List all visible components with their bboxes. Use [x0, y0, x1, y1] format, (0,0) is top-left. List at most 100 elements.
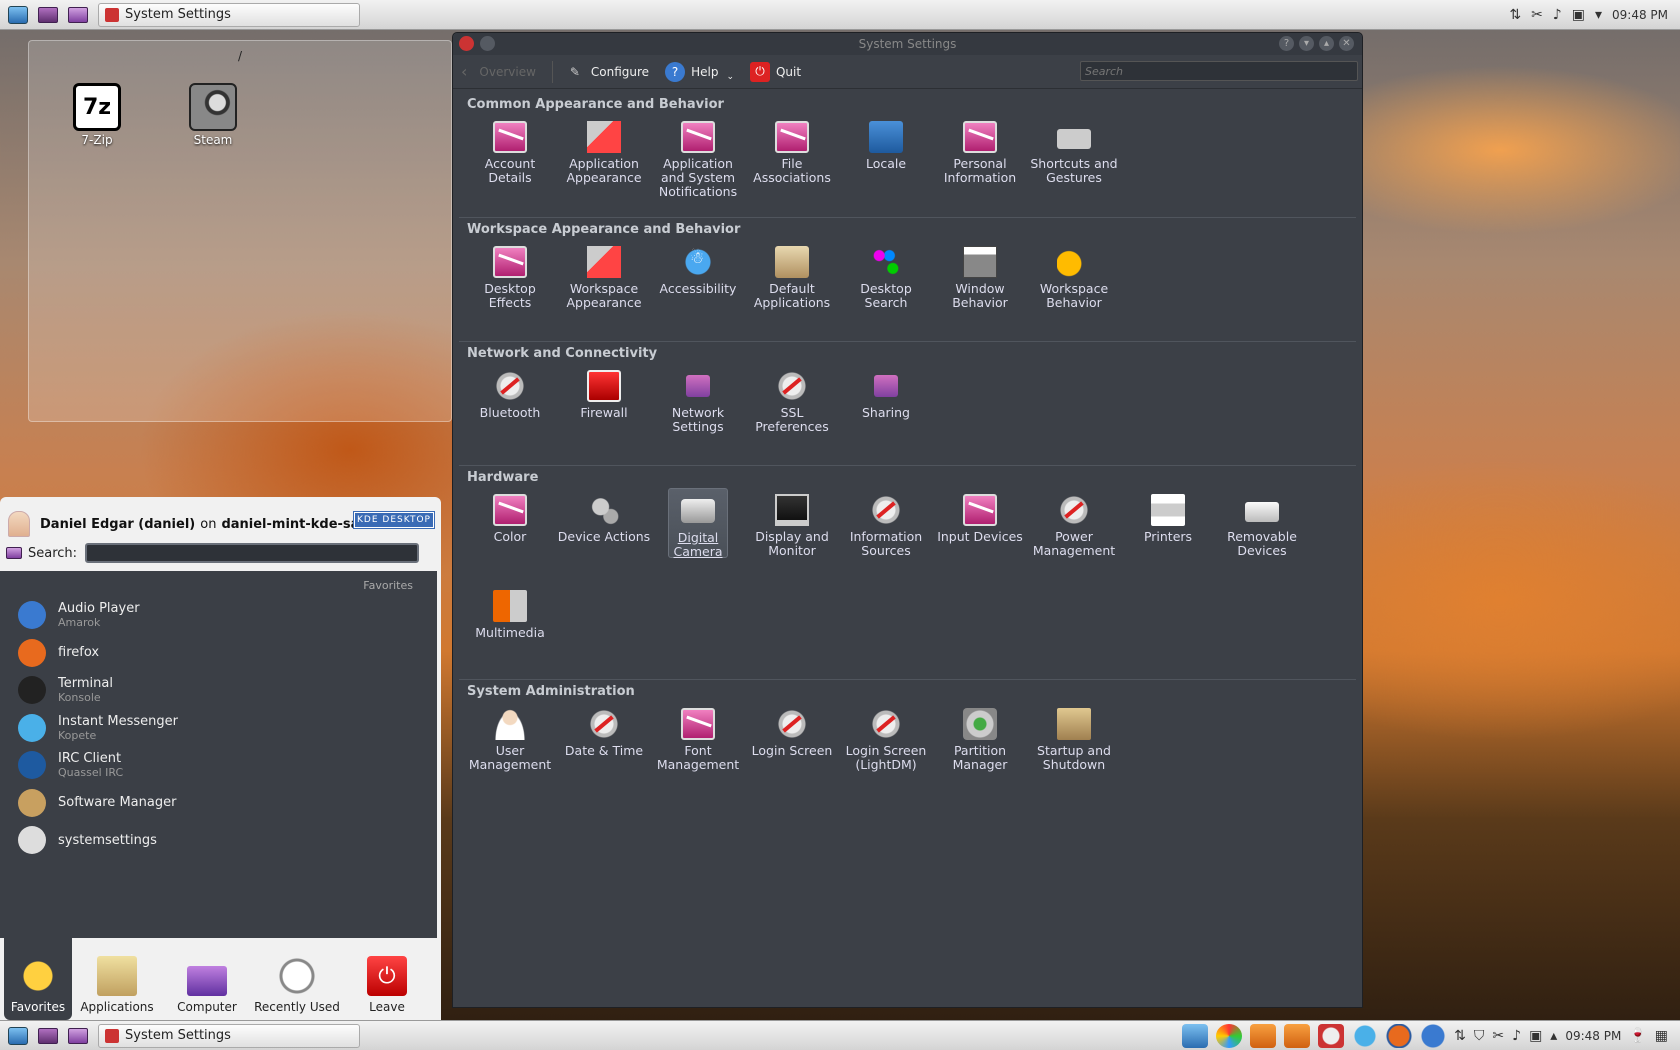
volume-icon[interactable]: ♪	[1512, 1028, 1521, 1044]
pager-button[interactable]	[66, 1025, 90, 1047]
pager-button[interactable]	[66, 4, 90, 26]
help-button[interactable]: ? Help ⌄	[665, 61, 734, 82]
close-button[interactable]: ✕	[1339, 36, 1354, 51]
module-label: Desktop Effects	[484, 281, 536, 310]
tools-icon[interactable]: ✂	[1531, 7, 1543, 23]
launcher-search-input[interactable]	[85, 543, 420, 563]
taskbar-item-system-settings[interactable]: System Settings	[98, 1023, 360, 1048]
settings-module[interactable]: Application and System Notifications	[651, 115, 745, 211]
settings-module[interactable]: Removable Devices	[1215, 488, 1309, 584]
system-settings-icon[interactable]	[1318, 1024, 1345, 1048]
settings-module[interactable]: Desktop Search	[839, 240, 933, 336]
tab-applications[interactable]: Applications	[72, 938, 162, 1020]
desktop-icon-label: 7-Zip	[81, 133, 113, 147]
settings-module[interactable]: Locale	[839, 115, 933, 211]
settings-module[interactable]: Multimedia	[463, 584, 557, 680]
settings-module[interactable]: Digital Camera	[668, 488, 728, 559]
kde-logo-icon	[8, 1026, 28, 1045]
pinwheel-icon[interactable]	[1216, 1024, 1243, 1048]
overview-button[interactable]: ‹ Overview	[461, 62, 536, 81]
favorite-item[interactable]: IRC Client Quassel IRC	[18, 751, 418, 779]
chevron-down-icon[interactable]: ▾	[1595, 7, 1602, 23]
favorite-name: Instant Messenger	[58, 713, 178, 729]
network-icon[interactable]: ⇅	[1509, 7, 1521, 23]
settings-module[interactable]: Workspace Behavior	[1027, 240, 1121, 336]
messenger-icon[interactable]	[1352, 1024, 1379, 1048]
help-window-button[interactable]: ?	[1279, 36, 1294, 51]
window-titlebar[interactable]: System Settings ? ▾ ▴ ✕	[453, 33, 1362, 55]
settings-module[interactable]: Shortcuts and Gestures	[1027, 115, 1121, 211]
network-icon[interactable]: ⇅	[1454, 1028, 1466, 1044]
activity-button[interactable]	[36, 4, 60, 26]
favorite-item[interactable]: firefox	[18, 638, 418, 667]
settings-module[interactable]: SSL Preferences	[745, 364, 839, 460]
clipboard-icon[interactable]: ▣	[1572, 7, 1585, 23]
settings-module[interactable]: Printers	[1121, 488, 1215, 584]
settings-module[interactable]: Partition Manager	[933, 702, 1027, 798]
settings-module[interactable]: Default Applications	[745, 240, 839, 336]
settings-module[interactable]: Display and Monitor	[745, 488, 839, 584]
desktop-icon-steam[interactable]: Steam	[173, 83, 253, 147]
taskbar-item-system-settings[interactable]: System Settings	[98, 2, 360, 27]
settings-module[interactable]: Startup and Shutdown	[1027, 702, 1121, 798]
settings-module[interactable]: Firewall	[557, 364, 651, 460]
settings-module[interactable]: Window Behavior	[933, 240, 1027, 336]
settings-module[interactable]: Application Appearance	[557, 115, 651, 211]
tab-leave[interactable]: ⏻ Leave	[342, 938, 432, 1020]
chevron-down-icon[interactable]: ⌄	[726, 72, 734, 82]
settings-module[interactable]: Information Sources	[839, 488, 933, 584]
desktop-icon-7zip[interactable]: 7z 7-Zip	[57, 83, 137, 147]
tab-label: Recently Used	[254, 1000, 340, 1014]
tools-icon[interactable]: ✂	[1492, 1028, 1504, 1044]
amarok-icon[interactable]	[1420, 1024, 1447, 1048]
quit-button[interactable]: ⏻ Quit	[749, 61, 801, 82]
settings-module[interactable]: Account Details	[463, 115, 557, 211]
settings-module[interactable]: Bluetooth	[463, 364, 557, 460]
favorite-item[interactable]: Audio Player Amarok	[18, 601, 418, 629]
settings-module[interactable]: Network Settings	[651, 364, 745, 460]
settings-module[interactable]: Login Screen (LightDM)	[839, 702, 933, 798]
favorite-item[interactable]: Terminal Konsole	[18, 676, 418, 704]
clock[interactable]: 09:48 PM	[1612, 8, 1668, 22]
settings-module[interactable]: Workspace Appearance	[557, 240, 651, 336]
configure-button[interactable]: ✎ Configure	[565, 62, 649, 82]
settings-module[interactable]: Login Screen	[745, 702, 839, 798]
tab-computer[interactable]: Computer	[162, 938, 252, 1020]
firefox-icon[interactable]	[1386, 1024, 1413, 1048]
settings-module[interactable]: Desktop Effects	[463, 240, 557, 336]
kde-menu-button[interactable]	[6, 1025, 30, 1047]
settings-module[interactable]: Sharing	[839, 364, 933, 460]
settings-module[interactable]: Power Management	[1027, 488, 1121, 584]
desktop-icon[interactable]	[1182, 1024, 1209, 1048]
shield-icon[interactable]: ⛉	[1474, 1028, 1485, 1044]
launcher-search: Search:	[6, 543, 420, 563]
activity-button[interactable]	[36, 1025, 60, 1047]
settings-module[interactable]: Color	[463, 488, 557, 584]
settings-module[interactable]: Device Actions	[557, 488, 651, 584]
maximize-button[interactable]: ▴	[1319, 36, 1334, 51]
settings-module[interactable]: Accessibility	[651, 240, 745, 336]
settings-module[interactable]: Date & Time	[557, 702, 651, 798]
settings-module[interactable]: Personal Information	[933, 115, 1027, 211]
settings-module[interactable]: Font Management	[651, 702, 745, 798]
favorite-item[interactable]: Instant Messenger Kopete	[18, 713, 418, 742]
favorite-item[interactable]: Software Manager	[18, 788, 418, 817]
clipboard-icon[interactable]: ▣	[1529, 1028, 1542, 1044]
folder-home-icon[interactable]	[1284, 1024, 1311, 1048]
dashboard-icon[interactable]: ▦	[1655, 1028, 1668, 1044]
settings-module[interactable]: Input Devices	[933, 488, 1027, 584]
clock[interactable]: 09:48 PM	[1565, 1029, 1621, 1043]
volume-icon[interactable]: ♪	[1553, 7, 1562, 23]
wine-icon[interactable]: 🍷	[1629, 1028, 1646, 1044]
chevron-up-icon[interactable]: ▴	[1550, 1028, 1557, 1044]
kde-menu-button[interactable]	[6, 4, 30, 26]
folder-icon[interactable]	[1250, 1024, 1277, 1048]
power-icon: ⏻	[367, 956, 407, 996]
settings-module[interactable]: File Associations	[745, 115, 839, 211]
tab-recently-used[interactable]: Recently Used	[252, 938, 342, 1020]
settings-module[interactable]: User Management	[463, 702, 557, 798]
tab-favorites[interactable]: Favorites	[4, 938, 72, 1020]
settings-search-input[interactable]	[1080, 61, 1358, 81]
favorite-item[interactable]: systemsettings	[18, 826, 418, 854]
minimize-button[interactable]: ▾	[1299, 36, 1314, 51]
